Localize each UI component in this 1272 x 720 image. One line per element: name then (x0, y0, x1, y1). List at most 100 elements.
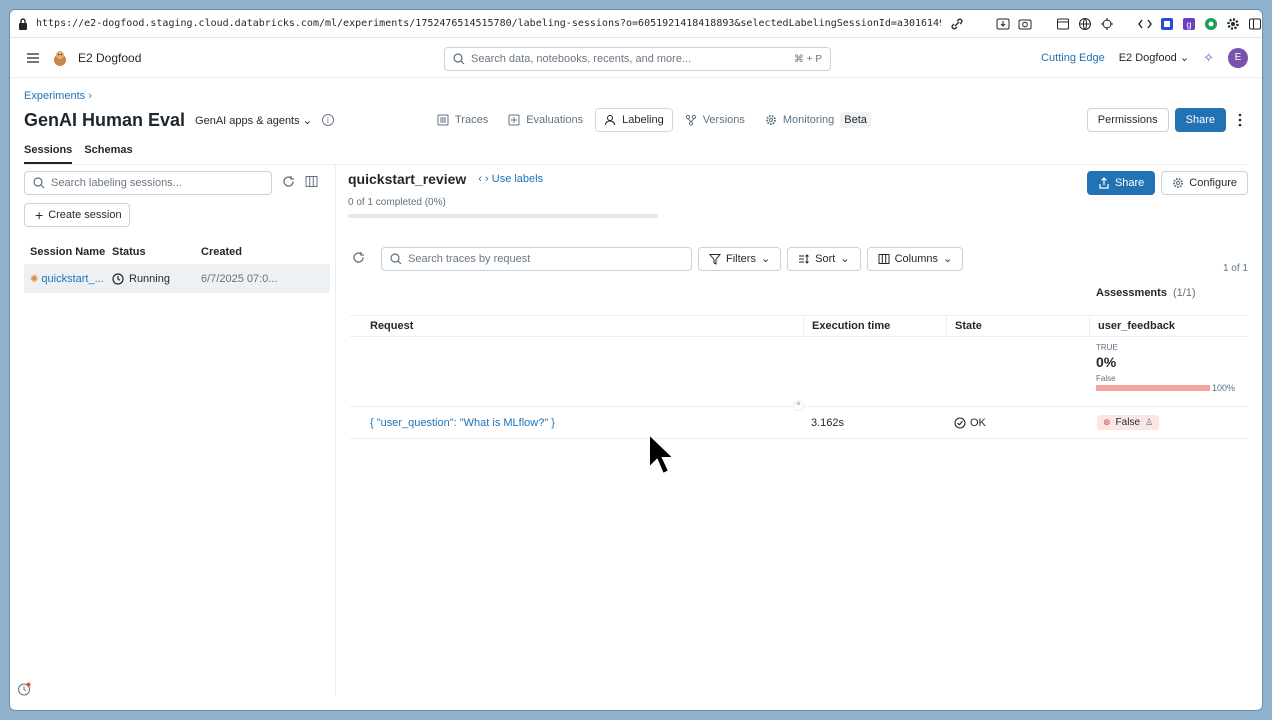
grammar-extension-icon[interactable]: g (1181, 16, 1197, 32)
svg-text:g: g (1186, 19, 1191, 29)
columns-toggle-icon[interactable] (305, 175, 318, 191)
header-divider (24, 164, 1248, 165)
execution-time-cell: 3.162s (811, 416, 845, 429)
filters-button[interactable]: Filters ⌄ (698, 246, 782, 271)
columns-button[interactable]: Columns ⌄ (866, 246, 964, 271)
chevron-down-icon: ⌄ (1179, 52, 1190, 64)
code-extension-icon[interactable] (1137, 16, 1153, 32)
window-icon[interactable] (1055, 16, 1071, 32)
global-search-input[interactable]: Search data, notebooks, recents, and mor… (444, 47, 831, 71)
search-icon (453, 53, 465, 65)
sessions-table: Session Name Status Created ✺ quickstart… (24, 239, 330, 293)
global-search-placeholder: Search data, notebooks, recents, and mor… (471, 53, 692, 65)
use-labels-link[interactable]: ‹ › Use labels (478, 173, 543, 185)
summary-true-label: TRUE (1096, 343, 1118, 352)
session-share-button[interactable]: Share (1086, 171, 1156, 195)
target-icon[interactable] (1099, 16, 1115, 32)
breadcrumb-experiments[interactable]: Experiments (24, 90, 85, 102)
puzzle-extension-icon[interactable] (1159, 16, 1175, 32)
feedback-value: False (1115, 417, 1140, 428)
more-options-icon[interactable] (1232, 108, 1248, 132)
assessments-label: Assessments (1/1) (1096, 287, 1196, 299)
url-text[interactable]: https://e2-dogfood.staging.cloud.databri… (36, 18, 941, 29)
session-name-cell[interactable]: ✺ quickstart_... (24, 273, 112, 285)
assessment-summary-row: TRUE 0% False 100% ^ (350, 337, 1248, 411)
mouse-cursor-icon (648, 432, 677, 476)
chevron-up-icon[interactable]: ^ (793, 400, 804, 411)
column-user-feedback[interactable]: user_feedback (1089, 316, 1248, 336)
feedback-cell[interactable]: ⊗ False ♙ (1089, 415, 1248, 430)
refresh-icon[interactable] (282, 175, 295, 191)
tab-schemas[interactable]: Schemas (84, 144, 132, 164)
page-title: GenAI Human Eval (24, 109, 186, 130)
gear-icon[interactable] (1225, 16, 1241, 32)
trace-search-input[interactable]: Search traces by request (381, 246, 692, 271)
session-search-input[interactable]: Search labeling sessions... (24, 171, 272, 195)
column-state[interactable]: State (946, 316, 1089, 336)
cutting-edge-link[interactable]: Cutting Edge (1041, 52, 1105, 64)
tab-monitoring-label: Monitoring (782, 114, 835, 126)
globe-icon[interactable] (1077, 16, 1093, 32)
column-created[interactable]: Created (201, 246, 321, 258)
lock-icon (18, 17, 28, 31)
beta-badge: Beta (840, 112, 871, 128)
camera-icon[interactable] (1017, 16, 1033, 32)
browser-url-bar: https://e2-dogfood.staging.cloud.databri… (10, 10, 1262, 38)
column-execution-time[interactable]: Execution time (803, 316, 946, 336)
session-title: quickstart_review (348, 171, 467, 187)
share-button[interactable]: Share (1174, 108, 1226, 132)
create-session-button[interactable]: + Create session (24, 203, 130, 227)
tab-labeling[interactable]: Labeling (595, 108, 673, 132)
tab-versions[interactable]: Versions (677, 108, 753, 132)
download-icon[interactable] (995, 16, 1011, 32)
menu-icon[interactable] (24, 49, 42, 67)
info-icon[interactable]: i (321, 114, 334, 126)
gear-icon (765, 115, 776, 125)
browser-window: https://e2-dogfood.staging.cloud.databri… (9, 9, 1263, 711)
refresh-icon[interactable] (352, 251, 365, 267)
breadcrumb-separator: › (88, 90, 92, 102)
header-actions: Permissions Share (1086, 108, 1248, 132)
timer-icon[interactable] (17, 682, 31, 696)
request-cell[interactable]: { "user_question": "What is MLflow?" } (350, 417, 803, 429)
permissions-button[interactable]: Permissions (1086, 108, 1169, 132)
tab-monitoring[interactable]: Monitoring Beta (757, 108, 879, 132)
table-row[interactable]: { "user_question": "What is MLflow?" } 3… (350, 407, 1248, 439)
configure-button[interactable]: Configure (1161, 171, 1248, 195)
sparkle-icon[interactable]: ✧ (1203, 50, 1214, 66)
tab-labeling-label: Labeling (622, 114, 664, 126)
progress-bar (348, 214, 658, 218)
green-extension-icon[interactable] (1203, 16, 1219, 32)
evaluations-icon (508, 114, 520, 126)
false-bar-fill (1096, 385, 1210, 391)
panel-divider[interactable] (335, 164, 336, 696)
experiment-type-selector[interactable]: GenAI apps & agents ⌄ (195, 114, 312, 127)
sort-label: Sort (815, 252, 836, 265)
user-icon (605, 115, 616, 126)
traces-table-header: Request Execution time State user_feedba… (350, 315, 1248, 337)
state-value: OK (970, 416, 986, 429)
assessments-label-text: Assessments (1096, 287, 1167, 299)
session-created: 6/7/2025 07:0... (201, 273, 278, 285)
clock-icon (112, 273, 124, 285)
table-row[interactable]: ✺ quickstart_... Running 6/7/2025 07:0..… (24, 265, 330, 293)
traces-toolbar: Search traces by request Filters ⌄ Sort … (348, 243, 1248, 274)
workspace-selector[interactable]: E2 Dogfood ⌄ (1119, 51, 1189, 64)
column-status[interactable]: Status (112, 246, 201, 258)
sidebar-toggle-icon[interactable] (1247, 16, 1262, 32)
avatar[interactable]: E (1228, 47, 1248, 68)
summary-false-bar[interactable]: 100% (1096, 383, 1246, 393)
workspace-selector-label: E2 Dogfood (1118, 52, 1177, 64)
column-request[interactable]: Request (350, 320, 803, 332)
tab-sessions[interactable]: Sessions (24, 144, 73, 164)
progress-text: 0 of 1 completed (0%) (348, 197, 446, 208)
link-icon[interactable] (949, 16, 965, 32)
tab-evaluations[interactable]: Evaluations (500, 108, 591, 132)
tab-traces[interactable]: Traces (429, 108, 496, 132)
summary-false-label: False (1096, 374, 1116, 383)
column-session-name[interactable]: Session Name (24, 246, 112, 258)
tab-evaluations-label: Evaluations (526, 114, 584, 126)
false-badge[interactable]: ⊗ False ♙ (1097, 415, 1160, 430)
filter-icon (709, 253, 721, 265)
sort-button[interactable]: Sort ⌄ (787, 246, 861, 271)
